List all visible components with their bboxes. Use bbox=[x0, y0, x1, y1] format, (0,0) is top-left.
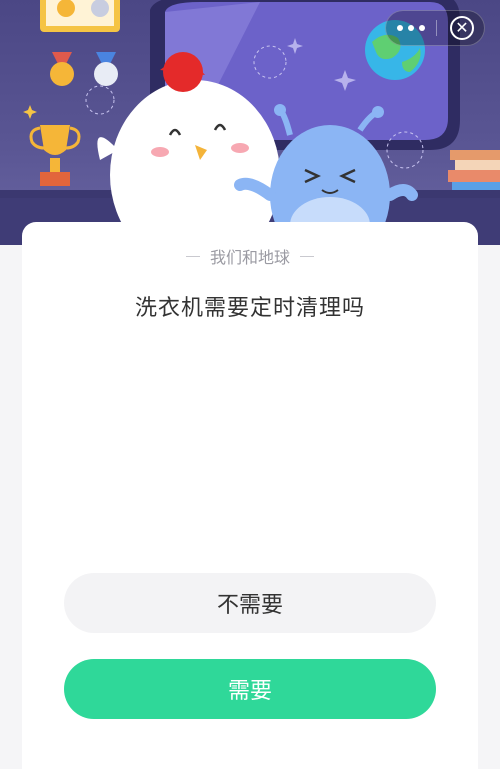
capsule-divider bbox=[436, 20, 437, 36]
answer-option-no-label: 不需要 bbox=[216, 593, 283, 618]
question-text: 洗衣机需要定时清理吗 bbox=[134, 296, 365, 321]
answer-option-yes-label: 需要 bbox=[227, 679, 272, 704]
medal-icon bbox=[94, 62, 118, 86]
card-subtitle: 我们和地球 bbox=[209, 248, 290, 267]
card-subtitle-row: 我们和地球 bbox=[22, 244, 478, 268]
medal-icon bbox=[50, 62, 74, 86]
answer-option-yes[interactable]: 需要 bbox=[64, 659, 436, 719]
mini-program-capsule: ✕ bbox=[385, 10, 485, 46]
subtitle-dash-left bbox=[185, 255, 200, 257]
close-icon[interactable]: ✕ bbox=[450, 16, 474, 40]
trophy-icon bbox=[40, 125, 70, 155]
more-dots-icon[interactable] bbox=[386, 11, 436, 45]
header-illustration: ✕ bbox=[0, 0, 500, 245]
answer-option-no[interactable]: 不需要 bbox=[64, 573, 436, 633]
subtitle-dash-right bbox=[300, 255, 314, 257]
question-card: 我们和地球 洗衣机需要定时清理吗 不需要 需要 bbox=[22, 222, 478, 769]
